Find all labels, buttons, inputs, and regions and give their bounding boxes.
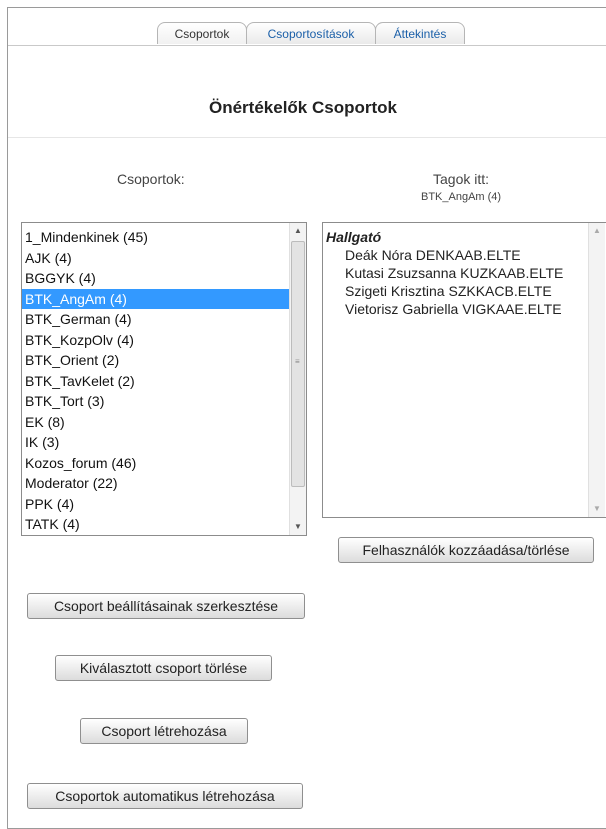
delete-selected-group-button[interactable]: Kiválasztott csoport törlése [55, 655, 272, 681]
group-option[interactable]: BTK_Orient (2) [22, 350, 306, 371]
group-option[interactable]: AJK (4) [22, 248, 306, 269]
edit-group-settings-button[interactable]: Csoport beállításainak szerkesztése [27, 593, 305, 619]
scroll-thumb[interactable]: ≡ [291, 241, 305, 487]
members-sublabel: BTK_AngAm (4) [421, 191, 502, 203]
group-option[interactable]: 1_Mindenkinek (45) [22, 227, 306, 248]
page-title: Önértékelők Csoportok [209, 98, 397, 117]
member-option[interactable]: Deák Nóra DENKAAB.ELTE [323, 246, 606, 264]
groups-label: Csoportok: [117, 171, 185, 187]
members-list: Hallgató Deák Nóra DENKAAB.ELTE Kutasi Zs… [323, 223, 606, 318]
group-option[interactable]: BGGYK (4) [22, 268, 306, 289]
group-option[interactable]: EK (8) [22, 412, 306, 433]
grip-icon: ≡ [295, 357, 300, 366]
member-option[interactable]: Vietorisz Gabriella VIGKAAE.ELTE [323, 300, 606, 318]
group-option[interactable]: PPK (4) [22, 494, 306, 515]
groups-list: 1_Mindenkinek (45) AJK (4) BGGYK (4) BTK_An… [22, 223, 306, 535]
tab-attekintes[interactable]: Áttekintés [375, 22, 465, 44]
tab-csoportositasok[interactable]: Csoportosítások [246, 22, 376, 44]
tab-csoportok[interactable]: Csoportok [157, 22, 247, 44]
group-option[interactable]: Moderator (22) [22, 473, 306, 494]
scroll-down-icon[interactable]: ▼ [290, 519, 306, 535]
group-option[interactable]: BTK_AngAm (4) [22, 288, 306, 309]
group-option[interactable]: BTK_TavKelet (2) [22, 371, 306, 392]
scroll-down-icon[interactable]: ▼ [589, 501, 605, 517]
members-listbox[interactable]: Hallgató Deák Nóra DENKAAB.ELTE Kutasi Zs… [322, 222, 606, 518]
scroll-up-icon[interactable]: ▲ [290, 223, 306, 239]
group-option[interactable]: IK (3) [22, 432, 306, 453]
add-remove-users-button[interactable]: Felhasználók kozzáadása/törlése [338, 537, 594, 563]
group-option[interactable]: BTK_German (4) [22, 309, 306, 330]
members-scrollbar[interactable]: ▲ ▼ [588, 223, 605, 517]
groups-listbox[interactable]: 1_Mindenkinek (45) AJK (4) BGGYK (4) BTK_An… [21, 222, 307, 536]
group-option[interactable]: BTK_Tort (3) [22, 391, 306, 412]
group-option[interactable]: TATK (4) [22, 514, 306, 535]
auto-create-groups-button[interactable]: Csoportok automatikus létrehozása [27, 783, 303, 809]
header-separator [8, 137, 606, 138]
member-option[interactable]: Szigeti Krisztina SZKKACB.ELTE [323, 282, 606, 300]
group-option[interactable]: BTK_KozpOlv (4) [22, 330, 306, 351]
groups-scrollbar[interactable]: ▲ ≡ ▼ [289, 223, 306, 535]
tab-underline [8, 45, 606, 46]
group-option[interactable]: Kozos_forum (46) [22, 453, 306, 474]
create-group-button[interactable]: Csoport létrehozása [80, 718, 248, 744]
role-heading: Hallgató [326, 229, 382, 245]
members-label: Tagok itt: [433, 171, 490, 187]
member-option[interactable]: Kutasi Zsuzsanna KUZKAAB.ELTE [323, 264, 606, 282]
tab-bar: Csoportok Csoportosítások Áttekintés [157, 22, 465, 46]
scroll-up-icon[interactable]: ▲ [589, 223, 605, 239]
